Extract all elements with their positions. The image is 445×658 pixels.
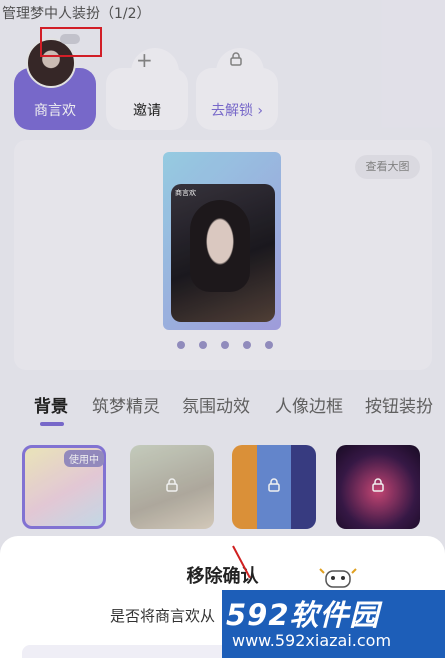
watermark-logo: 592软件园 xyxy=(226,598,380,632)
mascot-icon xyxy=(319,568,357,588)
dialog-title: 移除确认 xyxy=(186,566,259,587)
dialog-message: 是否将商言欢从 xyxy=(110,607,216,625)
watermark-url: www.592xiazai.com xyxy=(232,631,392,650)
